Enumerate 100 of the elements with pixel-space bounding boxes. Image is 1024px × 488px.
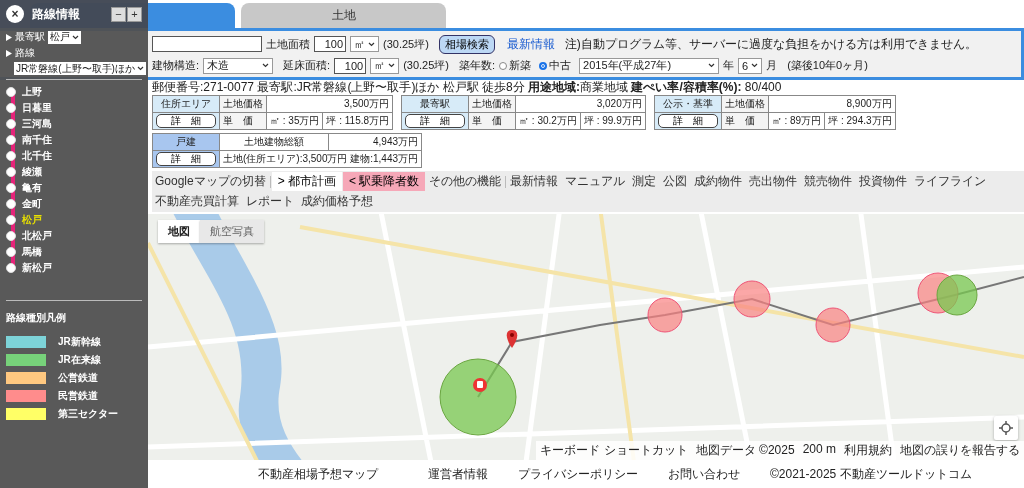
field-label: 建物構造: xyxy=(152,58,200,73)
station-name[interactable]: 新松戸 xyxy=(22,261,52,275)
table-cell: 8,900万円 xyxy=(768,96,896,113)
toolbar-item[interactable]: 競売物件 xyxy=(801,172,856,191)
search-button[interactable]: 相場検索 xyxy=(438,34,495,54)
card-header: 住所エリア xyxy=(153,96,220,113)
detail-button[interactable]: 詳 細 xyxy=(156,152,216,166)
station-name[interactable]: 北千住 xyxy=(22,149,52,163)
card-header: 戸建 xyxy=(153,134,220,151)
table-cell: 単 価 xyxy=(721,113,769,130)
table-cell: 土地価格 xyxy=(721,96,769,113)
table-cell: 坪 : 294.3万円 xyxy=(825,113,896,130)
unit-label: 月 xyxy=(766,58,778,73)
toolbar-item[interactable]: 成約物件 xyxy=(691,172,746,191)
table-cell: 4,943万円 xyxy=(328,134,423,151)
station-dot xyxy=(6,103,16,113)
ridership-circle xyxy=(647,297,683,333)
table-cell: 坪 : 99.9万円 xyxy=(580,113,646,130)
station-name[interactable]: 亀有 xyxy=(22,181,42,195)
input-field[interactable]: 100 xyxy=(334,57,367,74)
table-cell: 坪 : 115.8万円 xyxy=(323,113,394,130)
toolbar-item[interactable]: Googleマップの切替 xyxy=(152,172,269,191)
toolbar-item[interactable]: 投資物件 xyxy=(856,172,911,191)
unit-select[interactable]: ㎡ xyxy=(350,36,379,52)
table-cell: 単 価 xyxy=(469,113,517,130)
table-cell: 3,500万円 xyxy=(267,96,394,113)
station-name[interactable]: 馬橋 xyxy=(22,245,42,259)
footer-link[interactable]: お問い合わせ xyxy=(668,465,740,483)
building-age: (築後10年0ヶ月) xyxy=(787,58,868,73)
panel-title: 路線情報 xyxy=(32,5,81,23)
legend-label: 第三セクター xyxy=(58,407,118,421)
station-name[interactable]: 南千住 xyxy=(22,133,52,147)
footer-link[interactable]: プライバシーポリシー xyxy=(518,465,638,483)
zoom-in-button[interactable]: + xyxy=(127,6,142,22)
station-name[interactable]: 金町 xyxy=(22,197,42,211)
station-dot xyxy=(6,215,16,225)
station-dot xyxy=(6,135,16,145)
close-button[interactable]: × xyxy=(6,5,24,23)
month-select[interactable]: 6 xyxy=(738,57,763,74)
address-field[interactable] xyxy=(152,36,262,52)
map-control-button[interactable] xyxy=(994,416,1018,440)
caret-icon xyxy=(368,41,375,47)
station-dot xyxy=(6,199,16,209)
footer-title: 不動産相場予想マップ xyxy=(258,465,378,483)
station-select[interactable]: 松戸 xyxy=(48,30,81,44)
radio-button[interactable]: 中古 xyxy=(539,58,572,73)
field-label: 延床面積: xyxy=(283,58,331,73)
station-dot xyxy=(6,183,16,193)
detail-button[interactable]: 詳 細 xyxy=(405,114,466,128)
toolbar-item[interactable]: 成約価格予想 xyxy=(298,192,376,211)
unit-select[interactable]: ㎡ xyxy=(370,57,400,74)
station-name[interactable]: 上野 xyxy=(22,85,42,99)
tab[interactable]: 土地 xyxy=(241,3,446,28)
layer-toggle[interactable]: > 都市計画 xyxy=(271,172,343,191)
map-type-button[interactable]: 航空写真 xyxy=(200,220,264,243)
station-name[interactable]: 北松戸 xyxy=(22,229,52,243)
station-dot xyxy=(6,247,16,257)
toolbar-item[interactable]: 測定 xyxy=(629,172,660,191)
station-name[interactable]: 綾瀬 xyxy=(22,165,42,179)
radio-button[interactable]: 新築 xyxy=(499,58,532,73)
detail-button[interactable]: 詳 細 xyxy=(657,114,718,128)
toolbar-item[interactable]: レポート xyxy=(243,192,297,211)
caret-icon xyxy=(751,63,759,68)
toolbar-item[interactable]: 公図 xyxy=(660,172,691,191)
attribution-text: キーボード ショートカット xyxy=(540,442,688,459)
news-link[interactable]: 最新情報 xyxy=(506,35,555,53)
footer-link[interactable]: 運営者情報 xyxy=(428,465,488,483)
toolbar-item[interactable]: 不動産売買計算 xyxy=(152,192,242,211)
station-dot xyxy=(6,167,16,177)
toolbar-item[interactable]: その他の機能 xyxy=(426,172,505,191)
structure-select[interactable]: 木造 xyxy=(203,57,274,74)
layer-toggle[interactable]: < 駅乗降者数 xyxy=(343,172,426,191)
input-field[interactable]: 100 xyxy=(314,36,346,52)
table-cell: 土地価格 xyxy=(469,96,517,113)
legend-label: 公営鉄道 xyxy=(58,371,98,385)
station-name[interactable]: 三河島 xyxy=(22,117,52,131)
toolbar-item[interactable]: 売出物件 xyxy=(746,172,801,191)
map-type-button[interactable]: 地図 xyxy=(158,220,200,243)
toolbar-item[interactable]: 最新情報 xyxy=(507,172,562,191)
table-cell: 単 価 xyxy=(220,113,267,130)
station-name[interactable]: 日暮里 xyxy=(22,101,52,115)
table-cell: 土地価格 xyxy=(220,96,267,113)
table-cell: 土地(住所エリア):3,500万円 建物:1,443万円 xyxy=(220,151,423,168)
train-marker-icon xyxy=(473,378,487,392)
zoom-out-button[interactable]: − xyxy=(111,6,126,22)
toolbar-item[interactable]: ライフライン xyxy=(911,172,990,191)
station-name[interactable]: 松戸 xyxy=(22,213,42,227)
table-cell: 土地建物総額 xyxy=(220,134,329,151)
attribution-text: 地図データ ©2025 xyxy=(695,442,795,459)
detail-button[interactable]: 詳 細 xyxy=(156,114,216,128)
year-select[interactable]: 2015年(平成27年) xyxy=(579,57,720,74)
caret-icon xyxy=(708,63,716,68)
area-tsubo: (30.25坪) xyxy=(403,58,449,73)
ridership-circle xyxy=(936,274,978,316)
field-label: 築年数: xyxy=(459,58,496,73)
line-select[interactable]: JR常磐線(上野〜取手)ほか xyxy=(14,62,146,75)
ridership-circle xyxy=(733,280,771,318)
toolbar-item[interactable]: マニュアル xyxy=(562,172,629,191)
station-dot xyxy=(6,231,16,241)
card-header: 公示・基準 xyxy=(654,96,722,113)
